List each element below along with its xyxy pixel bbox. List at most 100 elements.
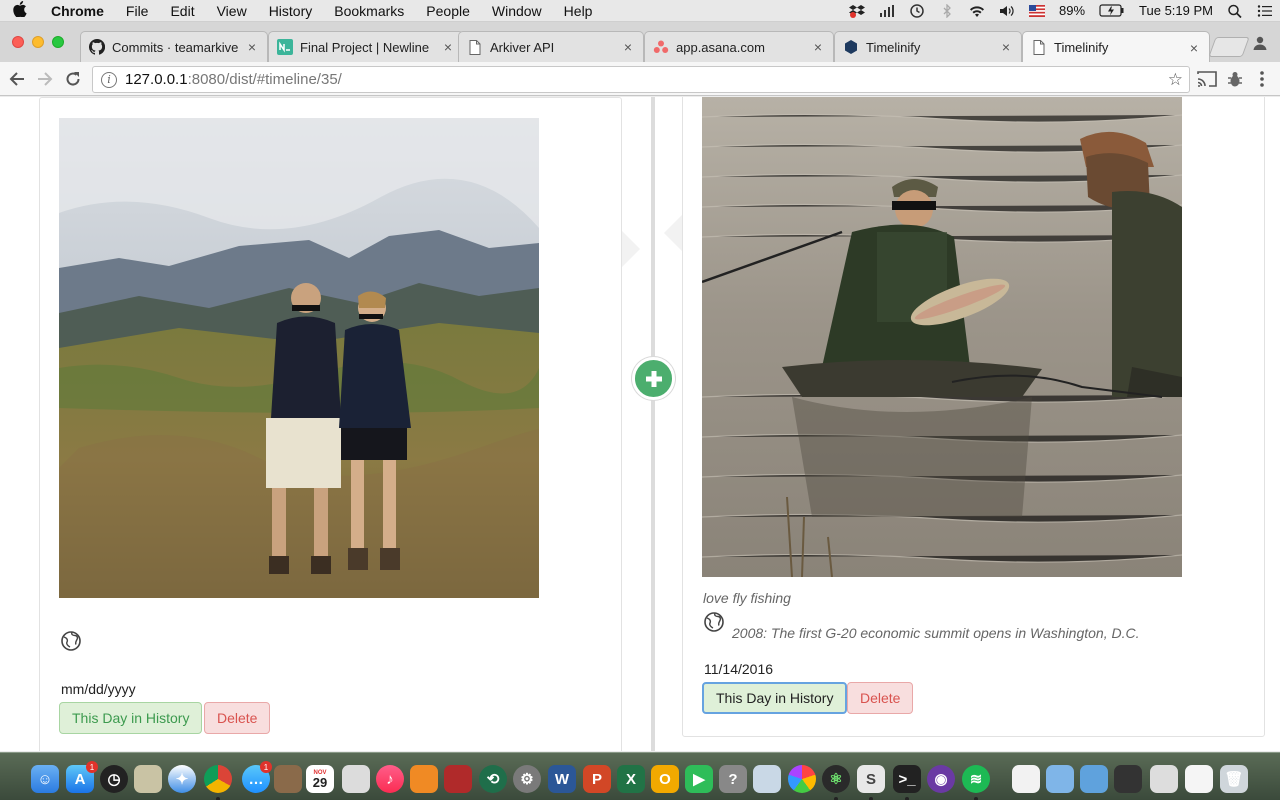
window-zoom-button[interactable]: [52, 36, 64, 48]
tab-timelinify[interactable]: Timelinify ×: [834, 31, 1022, 62]
delete-button[interactable]: Delete: [847, 682, 914, 714]
tab-close-icon[interactable]: ×: [1187, 40, 1201, 56]
notification-center-icon[interactable]: [1250, 4, 1280, 18]
time-machine-dock-icon[interactable]: ⟲: [479, 765, 507, 793]
window-close-button[interactable]: [12, 36, 24, 48]
tab-timelinify-active[interactable]: Timelinify ×: [1022, 31, 1210, 63]
tab-close-icon[interactable]: ×: [811, 39, 825, 55]
excel-icon[interactable]: X: [617, 765, 645, 793]
downloads-stack-icon[interactable]: [1150, 765, 1178, 793]
bug-extension-icon[interactable]: [1226, 70, 1246, 88]
tab-label: Arkiver API: [490, 39, 555, 55]
bluetooth-icon[interactable]: [932, 3, 962, 18]
battery-icon[interactable]: [1092, 4, 1132, 17]
tab-github-commits[interactable]: Commits · teamarkiver/ ×: [80, 31, 268, 62]
photo-viewer-icon[interactable]: [342, 765, 370, 793]
window-minimize-button[interactable]: [32, 36, 44, 48]
delete-button[interactable]: Delete: [204, 702, 271, 734]
dropbox-folder-icon[interactable]: [1080, 765, 1108, 793]
tab-close-icon[interactable]: ×: [245, 39, 259, 55]
spotify-icon[interactable]: ≋: [962, 765, 990, 793]
url-path: :8080/dist/#timeline/35/: [187, 71, 342, 88]
menu-help[interactable]: Help: [553, 3, 604, 19]
time-machine-icon[interactable]: [902, 3, 932, 18]
photo-booth-icon[interactable]: [444, 765, 472, 793]
menu-bookmarks[interactable]: Bookmarks: [323, 3, 415, 19]
open-file-stack-icon[interactable]: [1185, 765, 1213, 793]
profile-icon[interactable]: [1252, 35, 1268, 51]
mac-dock: ☺ A 1 ◷ ✦ … 1 NOV 29 ♪ ⟲ ⚙ W P X O ▶ ? ⚛…: [0, 752, 1280, 800]
calendar-icon[interactable]: NOV 29: [306, 765, 334, 793]
image-capture-icon[interactable]: [753, 765, 781, 793]
event-date[interactable]: 11/14/2016: [704, 661, 773, 677]
add-event-button[interactable]: [632, 357, 675, 400]
tab-close-icon[interactable]: ×: [999, 39, 1013, 55]
menu-edit[interactable]: Edit: [159, 3, 205, 19]
back-button[interactable]: [6, 68, 28, 90]
cast-icon[interactable]: [1197, 70, 1217, 88]
menubar-clock[interactable]: Tue 5:19 PM: [1132, 3, 1220, 18]
this-day-in-history-button[interactable]: This Day in History: [59, 702, 203, 734]
site-info-icon[interactable]: i: [101, 71, 117, 88]
tab-close-icon[interactable]: ×: [621, 39, 635, 55]
forward-button[interactable]: [34, 68, 56, 90]
screenshot-stack-icon[interactable]: [1114, 765, 1142, 793]
wifi-icon[interactable]: [962, 4, 992, 18]
facetime-icon[interactable]: ▶: [685, 765, 713, 793]
menu-window[interactable]: Window: [481, 3, 553, 19]
input-source-flag-icon[interactable]: [1022, 4, 1052, 18]
itunes-icon[interactable]: ♪: [376, 765, 404, 793]
event-date-placeholder[interactable]: mm/dd/yyyy: [61, 681, 136, 697]
photos-icon[interactable]: [788, 765, 816, 793]
chrome-menu-icon[interactable]: [1254, 70, 1274, 88]
apple-menu-icon[interactable]: [0, 0, 40, 21]
github-desktop-icon[interactable]: ◉: [927, 765, 955, 793]
ibooks-icon[interactable]: [410, 765, 438, 793]
this-day-in-history-button[interactable]: This Day in History: [702, 682, 848, 714]
tab-label: Timelinify: [1054, 40, 1109, 55]
timeline-line: [651, 97, 655, 751]
screen: Chrome File Edit View History Bookmarks …: [0, 0, 1280, 800]
dropbox-status-icon[interactable]: [842, 4, 872, 18]
chrome-icon[interactable]: [204, 765, 232, 793]
tab-asana[interactable]: app.asana.com ×: [644, 31, 834, 62]
sublime-text-icon[interactable]: S: [857, 765, 885, 793]
menu-people[interactable]: People: [415, 3, 481, 19]
card-pointer-right: [664, 215, 682, 251]
timeline-photo-mountains: [59, 118, 539, 598]
help-icon[interactable]: ?: [719, 765, 747, 793]
menu-app-name[interactable]: Chrome: [40, 3, 115, 19]
contacts-icon[interactable]: [274, 765, 302, 793]
tab-close-icon[interactable]: ×: [441, 39, 455, 55]
volume-icon[interactable]: [992, 4, 1022, 18]
globe-icon[interactable]: [60, 630, 82, 652]
safari-icon[interactable]: ✦: [168, 765, 196, 793]
battery-percent[interactable]: 89%: [1052, 3, 1092, 18]
trash-icon[interactable]: 🗑: [1220, 765, 1248, 793]
bookmark-star-icon[interactable]: ☆: [1168, 70, 1183, 90]
system-preferences-icon[interactable]: ⚙: [513, 765, 541, 793]
reload-button[interactable]: [62, 68, 84, 90]
menu-file[interactable]: File: [115, 3, 160, 19]
network-activity-icon[interactable]: [872, 4, 902, 18]
atom-icon[interactable]: ⚛: [822, 765, 850, 793]
tab-final-project[interactable]: Final Project | Newline ×: [268, 31, 464, 62]
spotlight-search-icon[interactable]: [1220, 4, 1250, 18]
finder-icon[interactable]: ☺: [31, 765, 59, 793]
preview-icon[interactable]: [134, 765, 162, 793]
dashboard-icon[interactable]: ◷: [100, 765, 128, 793]
address-bar[interactable]: i 127.0.0.1:8080/dist/#timeline/35/ ☆: [92, 66, 1190, 93]
globe-icon[interactable]: [703, 611, 725, 633]
document-icon[interactable]: [1012, 765, 1040, 793]
new-tab-button[interactable]: [1208, 37, 1250, 57]
timeline-page: mm/dd/yyyy This Day in History Delete lo…: [0, 97, 1280, 751]
chrome-toolbar: i 127.0.0.1:8080/dist/#timeline/35/ ☆: [0, 62, 1280, 96]
tab-arkiver-api[interactable]: Arkiver API ×: [458, 31, 644, 62]
powerpoint-icon[interactable]: P: [583, 765, 611, 793]
menu-history[interactable]: History: [258, 3, 324, 19]
terminal-icon[interactable]: >_: [893, 765, 921, 793]
menu-view[interactable]: View: [206, 3, 258, 19]
word-icon[interactable]: W: [548, 765, 576, 793]
applications-folder-icon[interactable]: [1046, 765, 1074, 793]
outlook-icon[interactable]: O: [651, 765, 679, 793]
